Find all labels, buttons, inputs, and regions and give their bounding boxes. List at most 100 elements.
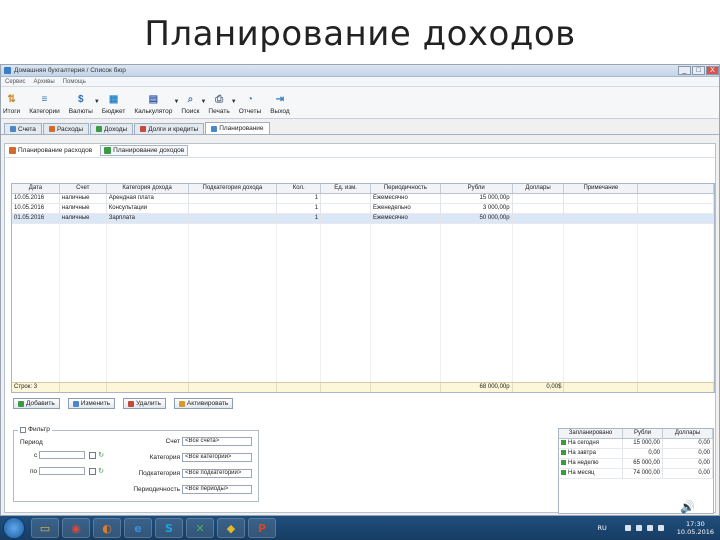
toolbar-button-label: Печать — [208, 108, 230, 115]
checkbox-checked-icon[interactable] — [561, 439, 566, 445]
toolbar-button-5[interactable]: ⌕ Поиск ▼ — [181, 93, 206, 115]
tab-3[interactable]: Долги и кредиты — [134, 123, 205, 134]
menu-service[interactable]: Сервис — [5, 79, 26, 85]
toolbar-button-label: Бюджет — [101, 108, 126, 115]
toolbar-button-1[interactable]: ≡ Категории — [29, 93, 60, 115]
tab-2[interactable]: Доходы — [90, 123, 134, 134]
column-header[interactable]: Счет — [60, 184, 107, 193]
tab-4[interactable]: Планирование — [205, 122, 270, 134]
toolbar-button-0[interactable]: ⇅ Итоги — [3, 93, 20, 115]
tab-1[interactable]: Расходы — [42, 123, 90, 134]
clock[interactable]: 17:30 10.05.2016 — [677, 520, 714, 536]
window-titlebar[interactable]: Домашняя бухгалтерия / Список бюр _ □ X — [1, 65, 719, 77]
table-cell — [189, 214, 278, 223]
action-icon — [178, 400, 185, 407]
action-button-3[interactable]: Активировать — [173, 398, 234, 409]
minimize-button[interactable]: _ — [678, 65, 691, 75]
chevron-down-icon[interactable]: ▼ — [231, 99, 237, 105]
date-from-input[interactable] — [39, 451, 86, 459]
tab-icon — [211, 125, 218, 132]
table-row[interactable]: 10.05.2016 наличные Консультации 1 Еженедель… — [12, 204, 714, 214]
firefox-icon[interactable]: ◐ — [93, 518, 121, 538]
filter-checkbox[interactable] — [20, 426, 26, 433]
table-cell — [638, 214, 714, 223]
maximize-button[interactable]: □ — [692, 65, 705, 75]
column-header[interactable] — [638, 184, 715, 193]
toolbar-button-7[interactable]: ◔ Отчеты — [239, 93, 261, 115]
refresh-icon[interactable]: ↻ — [98, 467, 104, 475]
media-icon[interactable]: ◆ — [217, 518, 245, 538]
account-select[interactable]: <Все счета> — [182, 437, 252, 446]
grid-header: Дата Счет Категория дохода Подкатегория дох… — [12, 184, 715, 194]
speaker-icon[interactable]: 🔊 — [680, 500, 695, 514]
table-cell — [189, 194, 278, 203]
subtab-1[interactable]: Планирование доходов — [100, 145, 189, 156]
income-plan-grid: Дата Счет Категория дохода Подкатегория дох… — [11, 183, 715, 393]
action-button-0[interactable]: Добавить — [13, 398, 60, 409]
tab-icon — [48, 126, 55, 132]
action-icon — [72, 400, 79, 407]
network-icon[interactable] — [635, 525, 642, 531]
chevron-down-icon[interactable]: ▼ — [200, 99, 206, 105]
start-button[interactable] — [3, 517, 25, 539]
toolbar-button-6[interactable]: ⎙ Печать ▼ — [208, 93, 236, 115]
date-to-input[interactable] — [39, 467, 86, 475]
toolbar-button-label: Итоги — [3, 108, 21, 115]
table-cell: 50 000,00р — [441, 214, 513, 223]
table-cell — [638, 204, 714, 213]
chrome-icon[interactable]: ◉ — [62, 518, 90, 538]
subtab-0[interactable]: Планирование расходов — [9, 147, 92, 154]
periodicity-select[interactable]: <Все периоды> — [182, 485, 252, 494]
table-cell: 10.05.2016 — [12, 194, 60, 203]
subtab-label: Планирование доходов — [113, 147, 185, 154]
column-header[interactable]: Периодичность — [371, 184, 441, 193]
language-indicator[interactable]: RU — [598, 524, 607, 532]
category-select[interactable]: <Все категории> — [182, 453, 252, 462]
explorer-icon[interactable]: ▭ — [31, 518, 59, 538]
column-header[interactable]: Доллары — [513, 184, 565, 193]
checkbox-checked-icon[interactable] — [561, 459, 566, 465]
window-title: Домашняя бухгалтерия / Список бюр — [14, 67, 126, 74]
action-button-2[interactable]: Удалить — [123, 398, 166, 409]
menu-archives[interactable]: Архивы — [34, 79, 55, 85]
column-header[interactable]: Категория дохода — [107, 184, 189, 193]
search-icon: ⌕ — [187, 94, 194, 105]
skype-icon[interactable]: S — [155, 518, 183, 538]
flag-icon[interactable] — [624, 525, 631, 531]
column-header[interactable]: Примечание — [564, 184, 639, 193]
subtab-icon — [104, 147, 112, 154]
volume-icon[interactable] — [657, 525, 664, 531]
table-row[interactable]: 01.05.2016 наличные Зарплата 1 Ежемесячно 50 … — [12, 214, 714, 224]
checkbox-checked-icon[interactable] — [561, 449, 566, 455]
toolbar-button-3[interactable]: ▦ Бюджет — [102, 93, 126, 115]
powerpoint-icon[interactable]: P — [248, 518, 276, 538]
tab-0[interactable]: Счета — [4, 123, 42, 134]
ie-icon[interactable]: e — [124, 518, 152, 538]
summary-cell: 0,00 — [623, 449, 663, 458]
battery-icon[interactable] — [646, 525, 653, 531]
refresh-icon[interactable]: ↻ — [98, 451, 104, 459]
toolbar-button-8[interactable]: ⇥ Выход — [270, 93, 289, 115]
app-icon[interactable]: ✕ — [186, 518, 214, 538]
tab-label: Доходы — [104, 125, 128, 133]
column-header[interactable]: Ед. изм. — [321, 184, 371, 193]
chevron-down-icon[interactable]: ▼ — [94, 99, 100, 105]
close-button[interactable]: X — [706, 65, 719, 75]
column-header[interactable]: Рубли — [441, 184, 513, 193]
column-header[interactable]: Кол. — [277, 184, 322, 193]
tab-icon — [96, 126, 103, 132]
chevron-down-icon[interactable]: ▼ — [173, 99, 179, 105]
calendar-icon[interactable] — [89, 467, 97, 475]
table-cell: наличные — [60, 194, 107, 203]
column-header[interactable]: Подкатегория дохода — [189, 184, 278, 193]
toolbar-button-4[interactable]: ▤ Калькулятор ▼ — [134, 93, 179, 115]
action-button-1[interactable]: Изменить — [67, 398, 116, 409]
checkbox-checked-icon[interactable] — [561, 469, 566, 475]
subcategory-select[interactable]: <Все подкатегории> — [182, 469, 252, 478]
table-row[interactable]: 10.05.2016 наличные Арендная плата 1 Ежемеся… — [12, 194, 714, 204]
clock-time: 17:30 — [686, 520, 705, 528]
calendar-icon[interactable] — [89, 451, 97, 459]
toolbar-button-2[interactable]: $ Валюты ▼ — [69, 93, 100, 115]
menu-help[interactable]: Помощь — [63, 79, 86, 85]
column-header[interactable]: Дата — [12, 184, 60, 193]
